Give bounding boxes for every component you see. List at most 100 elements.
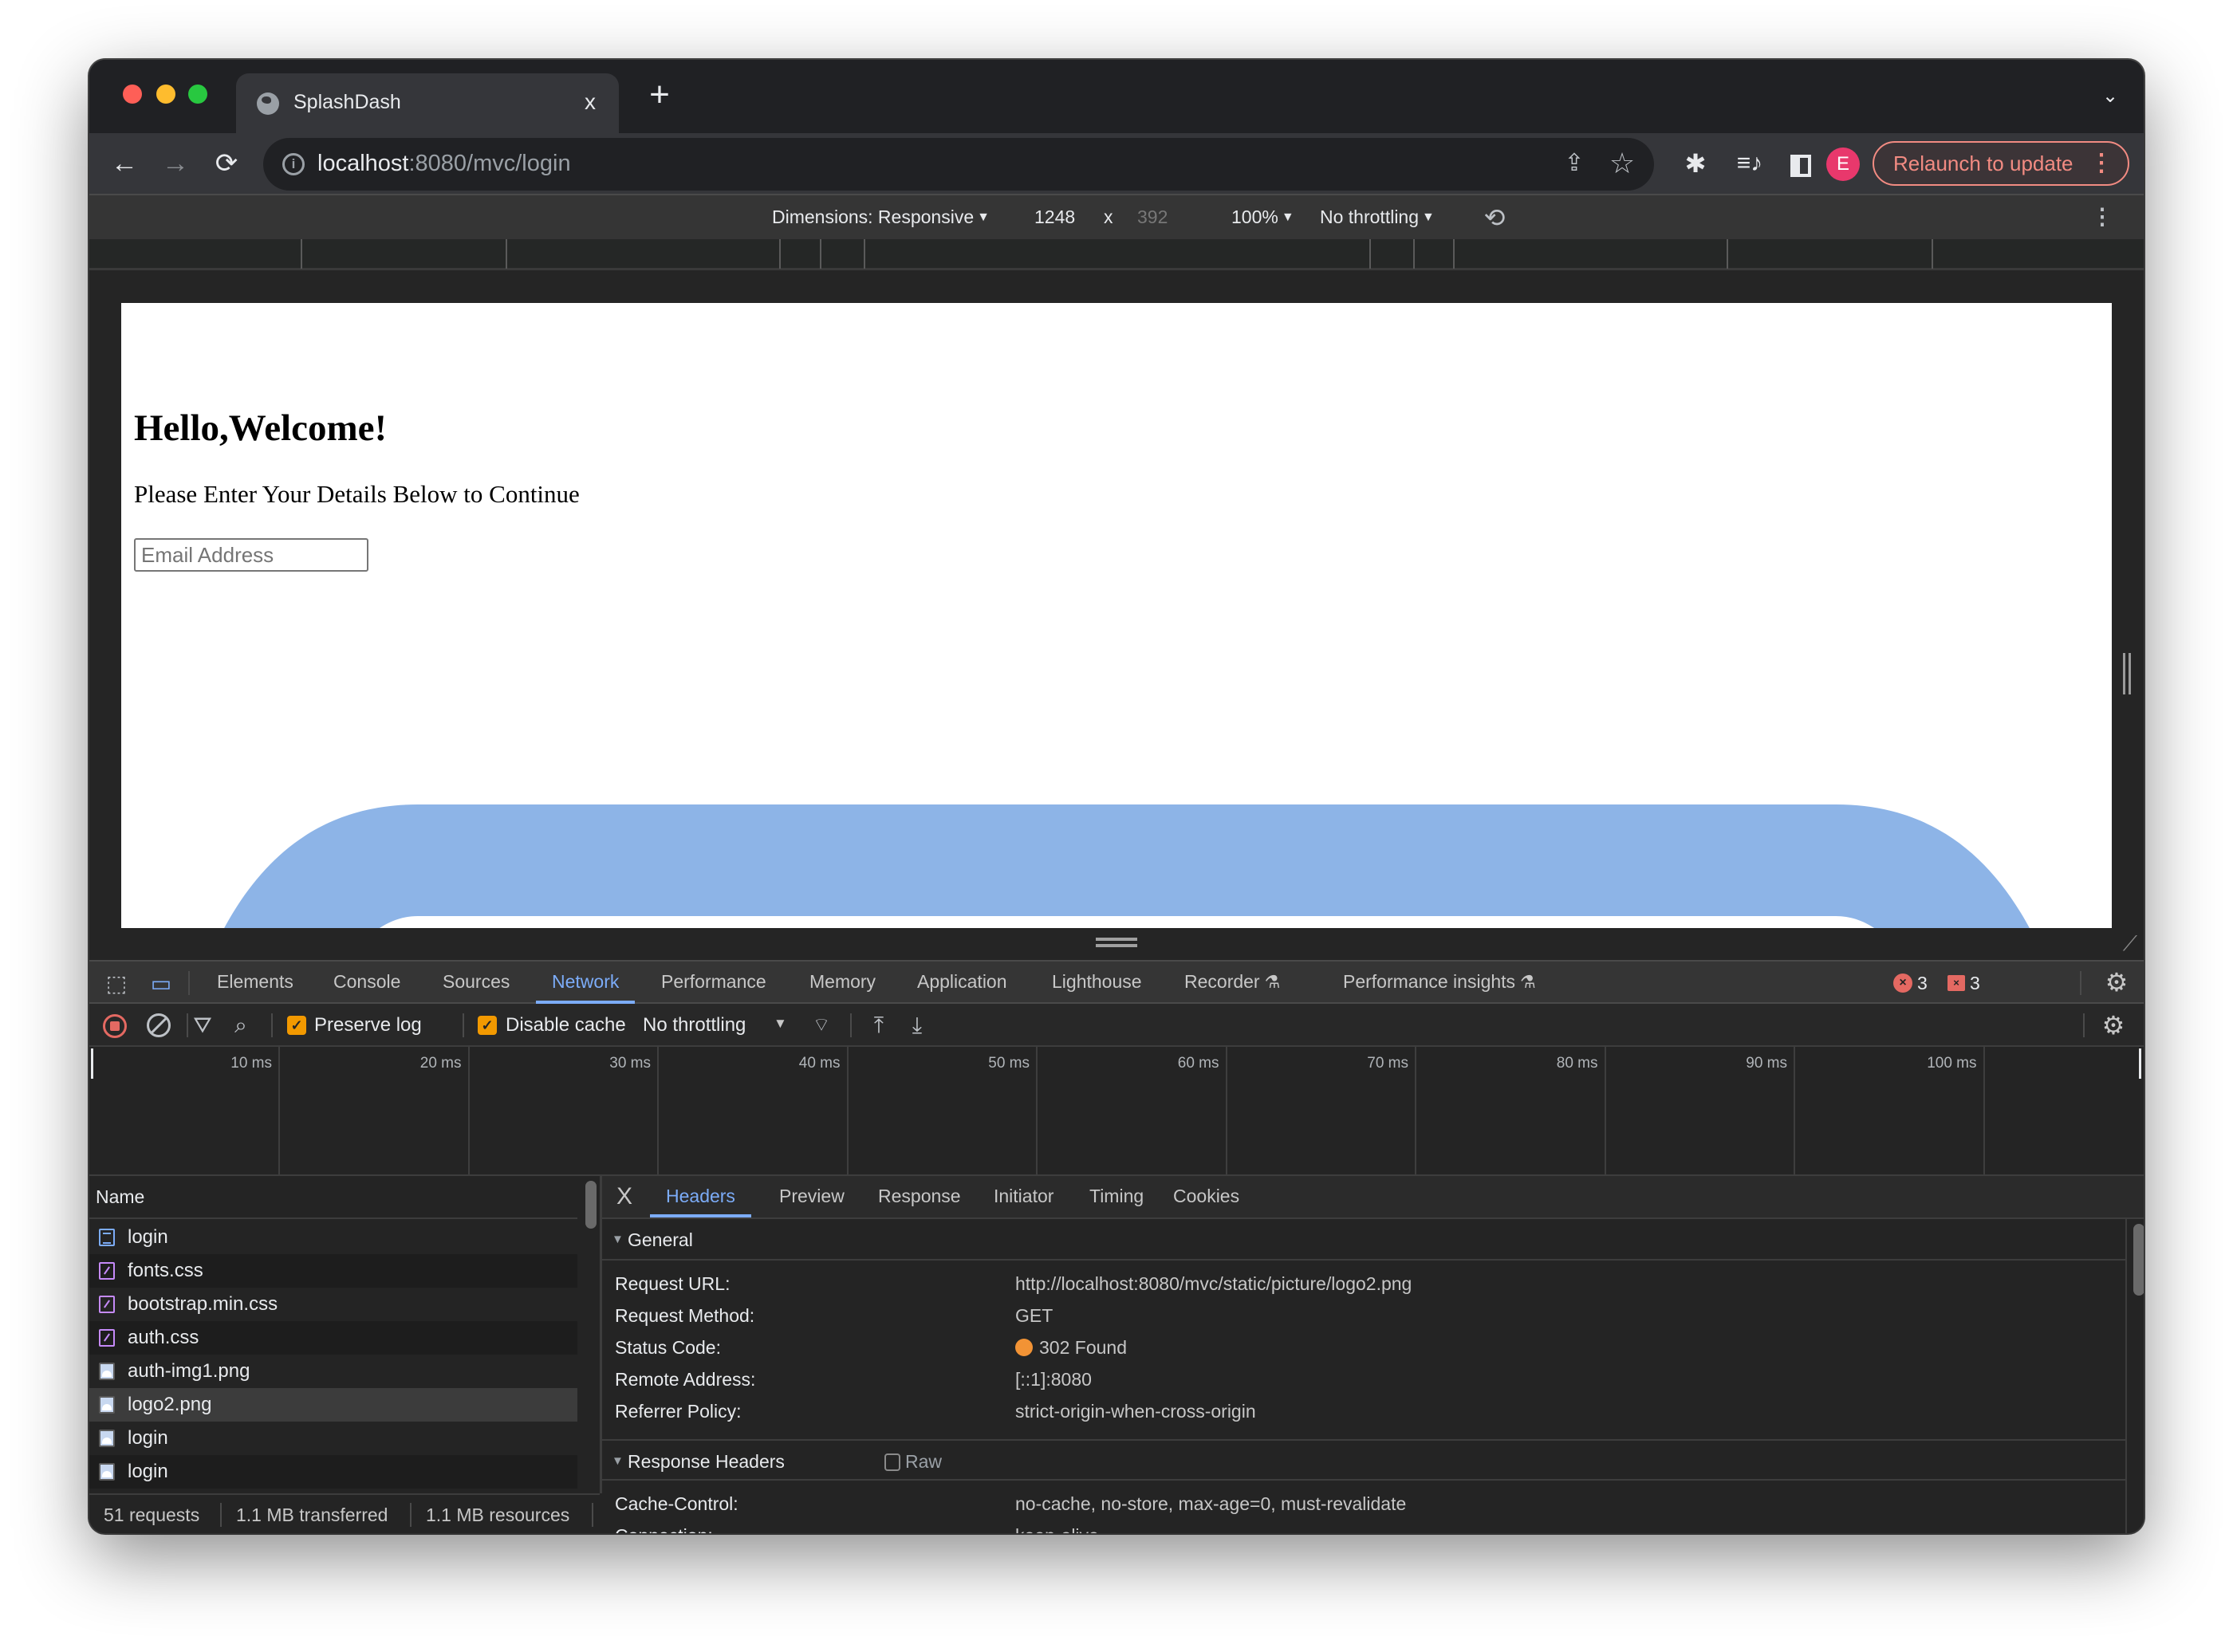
request-row[interactable]: auth.css	[89, 1321, 577, 1355]
forward-arrow-icon[interactable]: →	[156, 144, 195, 183]
media-query-ruler[interactable]	[89, 239, 2144, 270]
request-list-scrollbar[interactable]	[585, 1181, 597, 1229]
chrome-menu-icon[interactable]: ⋮	[2089, 143, 2113, 184]
network-conditions-icon[interactable]: ⌔	[807, 1011, 836, 1040]
tab-lighthouse[interactable]: Lighthouse	[1052, 962, 1142, 1004]
name-column-header[interactable]: Name	[89, 1176, 577, 1219]
address-bar[interactable]: i localhost:8080/mvc/login ⇪ ☆	[263, 138, 1654, 191]
zoom-dropdown[interactable]: 100% ▼	[1231, 206, 1294, 228]
general-section-header[interactable]: ▼ General	[602, 1219, 2125, 1261]
tab-headers[interactable]: Headers	[650, 1176, 751, 1217]
tab-application[interactable]: Application	[917, 962, 1007, 1004]
tab-search-chevron-icon[interactable]: ⌄	[2096, 82, 2125, 111]
ruler-marker[interactable]	[820, 239, 821, 269]
error-count-badge[interactable]: × 3	[1893, 974, 1928, 993]
devtools-drag-handle[interactable]	[1096, 938, 1137, 947]
relaunch-to-update-button[interactable]: Relaunch to update ⋮	[1873, 141, 2129, 186]
maximize-window-button[interactable]	[188, 85, 207, 104]
preserve-log-label[interactable]: Preserve log	[314, 1014, 422, 1036]
ruler-marker[interactable]	[1932, 239, 1933, 269]
request-row[interactable]: login	[89, 1221, 577, 1254]
tab-console[interactable]: Console	[333, 962, 400, 1004]
tab-performance-insights[interactable]: Performance insights ⚗	[1343, 962, 1536, 1004]
request-row[interactable]: login	[89, 1422, 577, 1455]
zoom-label: 100%	[1231, 206, 1278, 227]
disable-cache-label[interactable]: Disable cache	[506, 1014, 626, 1036]
url-text[interactable]: localhost:8080/mvc/login	[317, 151, 571, 177]
email-address-input[interactable]	[134, 538, 368, 572]
request-row[interactable]: bootstrap.min.css	[89, 1288, 577, 1321]
response-headers-section-header[interactable]: ▼ Response Headers Raw	[602, 1439, 2125, 1481]
stop-recording-icon[interactable]	[103, 1014, 127, 1038]
tab-network[interactable]: Network	[536, 962, 636, 1004]
tab-initiator[interactable]: Initiator	[994, 1176, 1053, 1217]
browser-tab[interactable]: SplashDash x	[236, 73, 619, 133]
new-tab-button[interactable]: +	[640, 76, 679, 116]
caret-down-icon[interactable]: ▼	[774, 1016, 787, 1032]
network-throttling-select[interactable]: No throttling	[643, 1014, 746, 1036]
bookmark-star-icon[interactable]: ☆	[1606, 146, 1638, 181]
export-har-icon[interactable]: ⤓	[903, 1011, 931, 1040]
tab-timing[interactable]: Timing	[1089, 1176, 1144, 1217]
viewport-height-input[interactable]: 392	[1137, 206, 1168, 228]
raw-label[interactable]: Raw	[905, 1441, 942, 1482]
devtools-settings-gear-icon[interactable]: ⚙	[2102, 968, 2131, 997]
expand-triangle-icon: ▼	[612, 1233, 624, 1246]
tab-recorder[interactable]: Recorder ⚗	[1184, 962, 1280, 1004]
inspect-element-icon[interactable]: ⬚	[102, 970, 131, 998]
ruler-marker[interactable]	[1413, 239, 1415, 269]
ruler-marker[interactable]	[779, 239, 781, 269]
timeline-left-handle[interactable]	[91, 1048, 93, 1079]
site-info-icon[interactable]: i	[282, 153, 305, 175]
network-overview-timeline[interactable]: 10 ms 20 ms 30 ms 40 ms 50 ms 60 ms 70 ms 80 ms…	[89, 1047, 2144, 1176]
profile-avatar[interactable]: E	[1826, 148, 1860, 181]
reload-icon[interactable]: ⟳	[207, 144, 246, 183]
disable-cache-checkbox[interactable]: ✓	[478, 1016, 497, 1035]
tab-sources[interactable]: Sources	[443, 962, 510, 1004]
raw-checkbox[interactable]	[884, 1453, 900, 1471]
ruler-marker[interactable]	[864, 239, 865, 269]
search-icon[interactable]: ⌕	[226, 1011, 255, 1040]
request-row[interactable]: login	[89, 1455, 577, 1489]
close-details-icon[interactable]: X	[616, 1182, 632, 1211]
tab-elements[interactable]: Elements	[217, 962, 293, 1004]
close-window-button[interactable]	[123, 85, 142, 104]
minimize-window-button[interactable]	[156, 85, 175, 104]
viewport-width-input[interactable]: 1248	[1034, 206, 1075, 228]
tab-close-icon[interactable]: x	[576, 88, 605, 116]
rotate-icon[interactable]: ⟲	[1479, 202, 1510, 234]
dimensions-dropdown[interactable]: Dimensions: Responsive ▼	[772, 206, 990, 228]
tab-performance[interactable]: Performance	[661, 962, 766, 1004]
filter-icon[interactable]: ⛛	[188, 1011, 217, 1040]
back-arrow-icon[interactable]: ←	[105, 144, 144, 183]
device-toolbar-more-icon[interactable]: ⋮	[2091, 203, 2113, 230]
side-panel-icon[interactable]	[1782, 144, 1820, 183]
ruler-marker[interactable]	[1453, 239, 1455, 269]
tab-memory[interactable]: Memory	[809, 962, 876, 1004]
request-row[interactable]: auth-img1.png	[89, 1355, 577, 1388]
ruler-marker[interactable]	[301, 239, 302, 269]
import-har-icon[interactable]: ⤒	[864, 1011, 893, 1040]
details-scrollbar[interactable]	[2133, 1224, 2144, 1296]
browser-window: SplashDash x + ⌄ ← → ⟳ i localhost:8080/…	[89, 60, 2144, 1533]
clear-log-icon[interactable]	[147, 1013, 171, 1037]
tab-response[interactable]: Response	[878, 1176, 961, 1217]
tab-cookies[interactable]: Cookies	[1173, 1176, 1239, 1217]
device-toolbar-toggle-icon[interactable]: ▭	[145, 970, 177, 998]
network-settings-gear-icon[interactable]: ⚙	[2099, 1011, 2128, 1040]
request-row[interactable]: logo2.png	[89, 1388, 577, 1422]
tab-preview[interactable]: Preview	[779, 1176, 845, 1217]
ruler-marker[interactable]	[1727, 239, 1728, 269]
share-icon[interactable]: ⇪	[1560, 149, 1589, 181]
preserve-log-checkbox[interactable]: ✓	[287, 1016, 306, 1035]
device-throttling-dropdown[interactable]: No throttling ▼	[1320, 206, 1435, 228]
corner-resize-icon[interactable]: ⟋	[2123, 931, 2137, 957]
issues-count-badge[interactable]: × 3	[1947, 974, 1980, 993]
media-controls-icon[interactable]: ≡♪	[1731, 144, 1769, 183]
viewport-width-resize-handle[interactable]	[2123, 653, 2131, 694]
extensions-puzzle-icon[interactable]: ✱	[1676, 144, 1715, 183]
ruler-marker[interactable]	[1369, 239, 1371, 269]
request-row[interactable]: fonts.css	[89, 1254, 577, 1288]
ruler-marker[interactable]	[506, 239, 507, 269]
timeline-right-handle[interactable]	[2139, 1048, 2141, 1079]
